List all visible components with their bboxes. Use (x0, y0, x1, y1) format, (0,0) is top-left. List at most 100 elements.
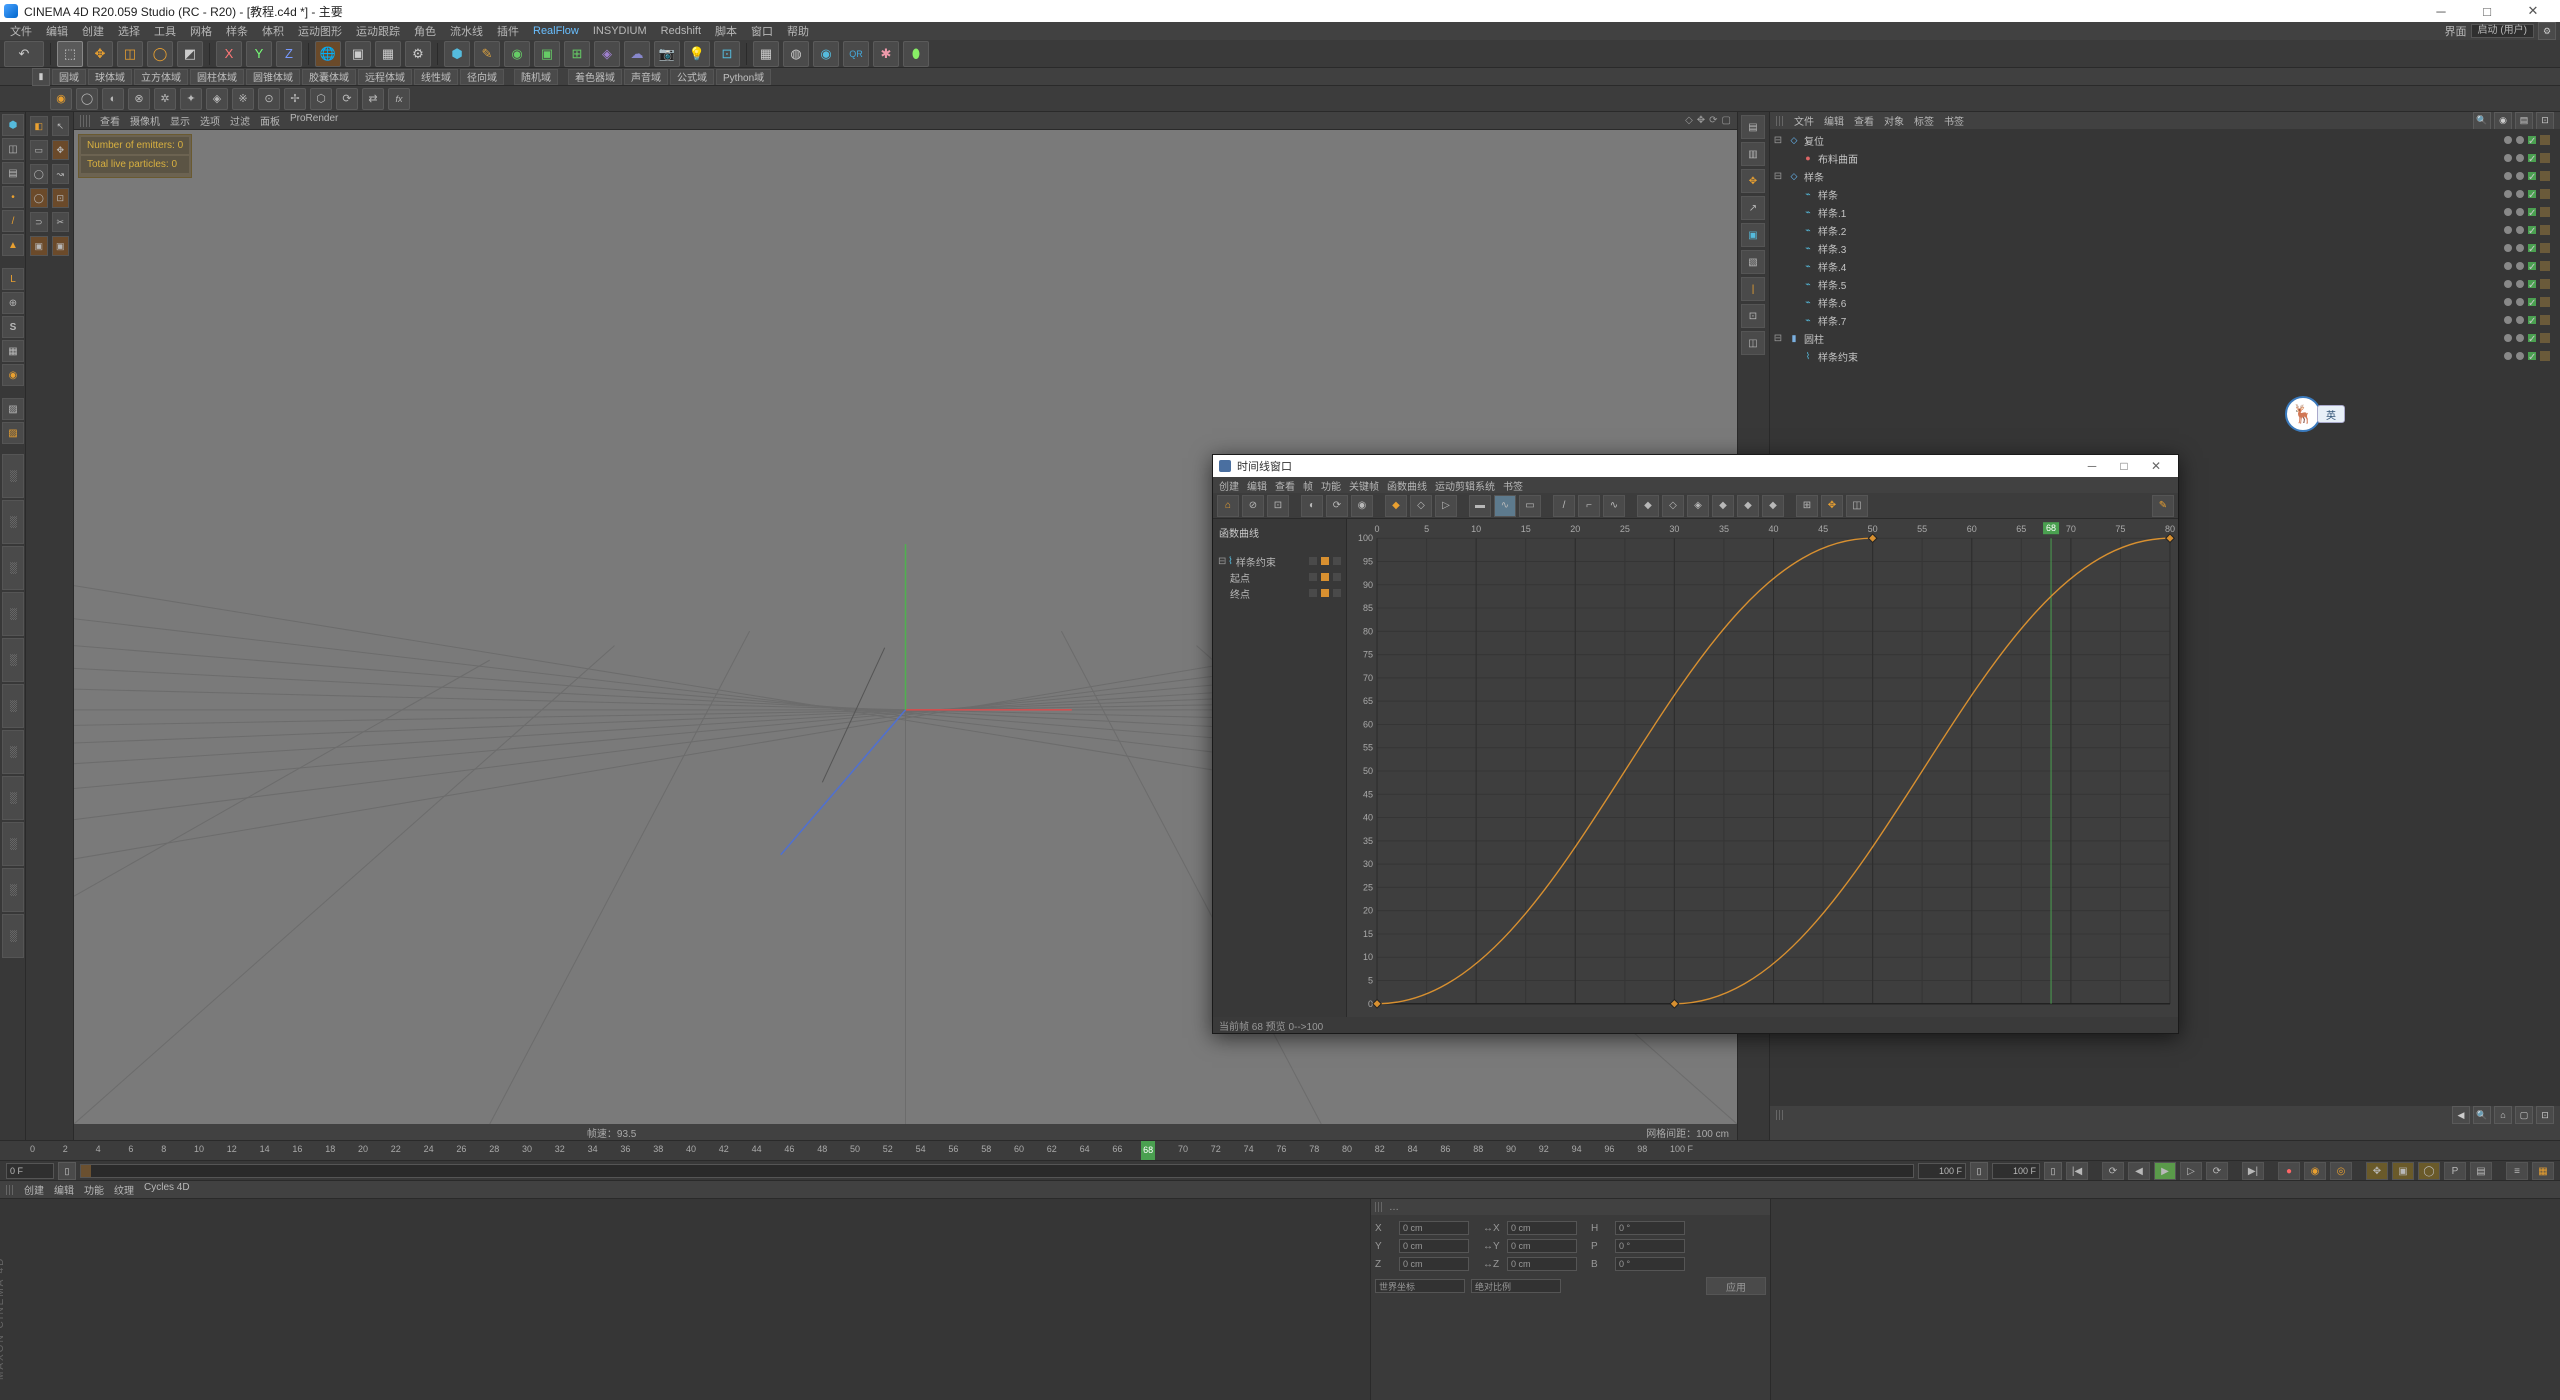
prim-声音域[interactable]: 声音域 (624, 69, 668, 85)
object-row[interactable]: ⌁样条.2✓ (1772, 221, 2558, 239)
quantize-icon[interactable]: ▨ (2, 398, 24, 420)
maximize-button[interactable]: □ (2464, 0, 2510, 22)
vp-nav-4-icon[interactable]: ▢ (1722, 115, 1731, 126)
omenu-编辑[interactable]: 编辑 (1824, 113, 1844, 128)
quantize2-icon[interactable]: ▨ (2, 422, 24, 444)
attr-home-icon[interactable]: ⌂ (2494, 1106, 2512, 1124)
flmenu-关键帧[interactable]: 关键帧 (1349, 478, 1379, 493)
menu-流水线[interactable]: 流水线 (444, 22, 489, 40)
objmgr-search-icon[interactable]: 🔍 (2473, 112, 2491, 130)
ft-mask-icon[interactable]: ◐ (1301, 495, 1323, 517)
flmenu-书签[interactable]: 书签 (1503, 478, 1523, 493)
menu-帮助[interactable]: 帮助 (781, 22, 815, 40)
fcurve-min-button[interactable]: ─ (2076, 459, 2108, 473)
prim-立方体域[interactable]: 立方体域 (134, 69, 188, 85)
y-axis-lock[interactable]: Y (246, 41, 272, 67)
menu-网格[interactable]: 网格 (184, 22, 218, 40)
tl-opts2-button[interactable]: ▦ (2532, 1162, 2554, 1180)
start-frame-field[interactable]: 0 F (6, 1163, 54, 1179)
fcurve-titlebar[interactable]: 时间线窗口 ─ □ ✕ (1213, 455, 2178, 477)
scale2-icon[interactable]: ⊡ (52, 188, 70, 208)
pal-c[interactable]: ░ (2, 546, 24, 590)
ft-snap-2-icon[interactable]: ✥ (1821, 495, 1843, 517)
pal-f[interactable]: ░ (2, 684, 24, 728)
object-row[interactable]: ●布料曲面✓ (1772, 149, 2558, 167)
key-pla-button[interactable]: ▤ (2470, 1162, 2492, 1180)
pos-x-field[interactable]: 0 cm (1399, 1221, 1469, 1235)
menu-角色[interactable]: 角色 (408, 22, 442, 40)
model-mode-icon[interactable]: ⬢ (2, 114, 24, 136)
btab-创建[interactable]: 创建 (24, 1182, 44, 1197)
flmenu-函数曲线[interactable]: 函数曲线 (1387, 478, 1427, 493)
workplane-icon[interactable]: ▤ (2, 162, 24, 184)
pt-9[interactable]: ⊙ (258, 88, 280, 110)
rs-5-icon[interactable]: ▣ (1741, 223, 1765, 247)
key-scl-button[interactable]: ▣ (2392, 1162, 2414, 1180)
fcurve-tree-row[interactable]: ⊟⌇样条约束 (1216, 553, 1343, 569)
prim-球体域[interactable]: 球体域 (88, 69, 132, 85)
prim-线性域[interactable]: 线性域 (414, 69, 458, 85)
prim-圆域[interactable]: 圆域 (52, 69, 86, 85)
end-frame-field[interactable]: 100 F (1918, 1163, 1966, 1179)
rotate-icon[interactable]: ◯ (30, 188, 48, 208)
layout-config-icon[interactable]: ⚙ (2538, 22, 2556, 40)
prim-Python域[interactable]: Python域 (716, 69, 771, 85)
end-step-icon[interactable]: ▯ (1970, 1162, 1988, 1180)
coord-tab[interactable]: … (1389, 1202, 1399, 1213)
workplane2-icon[interactable]: ▦ (2, 340, 24, 362)
fcurve-tree[interactable]: 函数曲线 ⊟⌇样条约束起点终点 (1213, 519, 1347, 1017)
fcurve-graph[interactable]: 0510152025303540455055606568707580051015… (1347, 519, 2178, 1017)
plugin-x[interactable]: ✱ (873, 41, 899, 67)
menu-文件[interactable]: 文件 (4, 22, 38, 40)
primitive-cube[interactable]: ⬢ (444, 41, 470, 67)
range-slider[interactable] (80, 1164, 1914, 1178)
loop2-button[interactable]: ⟳ (2206, 1162, 2228, 1180)
object-row[interactable]: ⊟◇样条✓ (1772, 167, 2558, 185)
rs-7-icon[interactable]: | (1741, 277, 1765, 301)
end2-step-icon[interactable]: ▯ (2044, 1162, 2062, 1180)
pt-3[interactable]: ◐ (102, 88, 124, 110)
objmgr-filter-icon[interactable]: ▤ (2515, 112, 2533, 130)
ft-addkey-icon[interactable]: ◆ (1385, 495, 1407, 517)
pal-g[interactable]: ░ (2, 730, 24, 774)
menu-INSYDIUM[interactable]: INSYDIUM (587, 22, 653, 40)
object-row[interactable]: ⌁样条.1✓ (1772, 203, 2558, 221)
lasso-icon[interactable]: ◯ (30, 164, 48, 184)
magnet-icon[interactable]: ⊃ (30, 212, 48, 232)
ft-step-icon[interactable]: ⌐ (1578, 495, 1600, 517)
omenu-查看[interactable]: 查看 (1854, 113, 1874, 128)
object-row[interactable]: ⌁样条.5✓ (1772, 275, 2558, 293)
key-param-button[interactable]: P (2444, 1162, 2466, 1180)
ft-play-icon[interactable]: ◉ (1351, 495, 1373, 517)
pal-e[interactable]: ░ (2, 638, 24, 682)
menu-RealFlow[interactable]: RealFlow (527, 22, 585, 40)
attr-lock-icon[interactable]: ⊡ (2536, 1106, 2554, 1124)
rs-3-icon[interactable]: ✥ (1741, 169, 1765, 193)
spline-pen[interactable]: ✎ (474, 41, 500, 67)
scale-tool[interactable]: ◫ (117, 41, 143, 67)
pal-d[interactable]: ░ (2, 592, 24, 636)
cube-b-icon[interactable]: ▣ (52, 236, 70, 256)
btab-功能[interactable]: 功能 (84, 1182, 104, 1197)
generator-extrude[interactable]: ▣ (534, 41, 560, 67)
vpmenu-显示[interactable]: 显示 (170, 113, 190, 128)
rot-p-field[interactable]: 0 ° (1615, 1239, 1685, 1253)
ft-tang-3-icon[interactable]: ◈ (1687, 495, 1709, 517)
pt-11[interactable]: ⬡ (310, 88, 332, 110)
plugin-rf[interactable]: ◉ (813, 41, 839, 67)
mograph[interactable]: ⊡ (714, 41, 740, 67)
objmgr-eye-icon[interactable]: ◉ (2494, 112, 2512, 130)
ft-linear-icon[interactable]: / (1553, 495, 1575, 517)
recent-tool[interactable]: ◩ (177, 41, 203, 67)
sel-arrow-icon[interactable]: ↖ (52, 116, 70, 136)
prev-key-button[interactable]: ◀ (2128, 1162, 2150, 1180)
vpmenu-查看[interactable]: 查看 (100, 113, 120, 128)
minimize-button[interactable]: ─ (2418, 0, 2464, 22)
undo-button[interactable]: ↶ (4, 41, 44, 67)
object-row[interactable]: ⌁样条.3✓ (1772, 239, 2558, 257)
viewport-grip-icon[interactable] (80, 115, 90, 127)
omenu-书签[interactable]: 书签 (1944, 113, 1964, 128)
ft-unlink-icon[interactable]: ⊡ (1267, 495, 1289, 517)
pal-k[interactable]: ░ (2, 914, 24, 958)
flmenu-编辑[interactable]: 编辑 (1247, 478, 1267, 493)
